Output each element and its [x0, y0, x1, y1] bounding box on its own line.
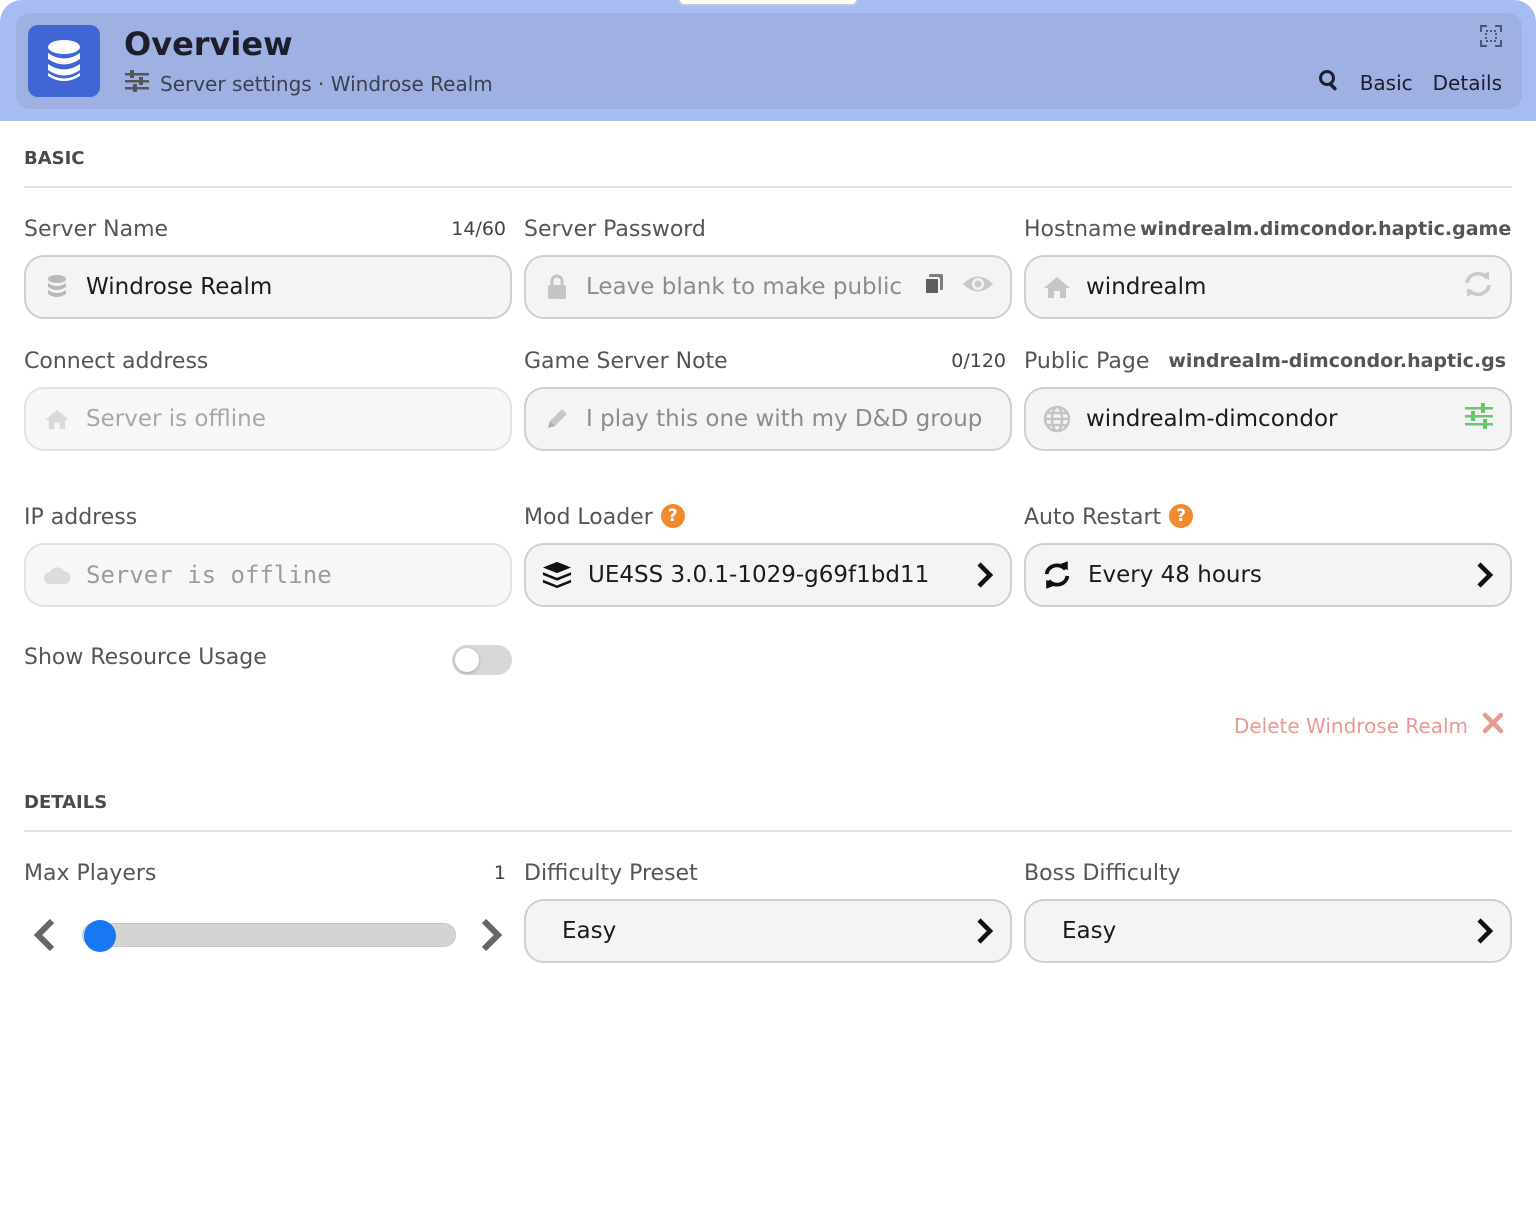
refresh-icon[interactable] — [1462, 270, 1494, 304]
database-icon — [28, 25, 100, 97]
difficulty-preset-value: Easy — [562, 918, 617, 944]
ip-address-placeholder: Server is offline — [86, 561, 332, 589]
help-icon[interactable]: ? — [660, 504, 685, 528]
house-icon — [1042, 275, 1072, 299]
copy-icon[interactable] — [922, 272, 946, 302]
header-bar: Overview Server settings · Windrose Real… — [16, 13, 1522, 109]
server-password-label: Server Password — [524, 217, 706, 242]
slider-increment-button[interactable] — [478, 917, 504, 957]
chevron-right-icon — [1476, 917, 1494, 945]
sliders-icon — [124, 69, 150, 98]
fullscreen-icon[interactable] — [1480, 25, 1502, 51]
house-icon — [42, 408, 72, 430]
hostname-field[interactable]: windrealm — [1024, 255, 1512, 319]
boss-difficulty-select[interactable]: Easy — [1024, 899, 1512, 963]
section-title-basic: BASIC — [24, 148, 85, 169]
connect-address-placeholder: Server is offline — [86, 406, 266, 432]
ip-address-field: Server is offline — [24, 543, 512, 607]
public-page-field[interactable]: windrealm-dimcondor — [1024, 387, 1512, 451]
mod-loader-select[interactable]: UE4SS 3.0.1-1029-g69f1bd11 — [524, 543, 1012, 607]
settings-window: Overview Server settings · Windrose Real… — [0, 0, 1536, 1212]
nav-basic-link[interactable]: Basic — [1360, 71, 1413, 95]
server-name-field[interactable]: Windrose Realm — [24, 255, 512, 319]
section-title-details: DETAILS — [24, 792, 108, 813]
server-name-label: Server Name — [24, 217, 169, 242]
delete-server-button[interactable]: Delete Windrose Realm — [1234, 712, 1504, 739]
connect-address-field: Server is offline — [24, 387, 512, 451]
nav-details-link[interactable]: Details — [1433, 71, 1502, 95]
globe-icon — [1042, 405, 1072, 433]
cloud-icon — [42, 565, 72, 585]
auto-restart-label-wrap: Auto Restart? — [1024, 504, 1194, 530]
show-resource-usage-toggle[interactable] — [452, 645, 512, 675]
eye-icon[interactable] — [962, 273, 994, 301]
max-players-label: Max Players — [24, 861, 157, 886]
game-server-note-placeholder: I play this one with my D&D group — [586, 406, 983, 432]
delete-server-label: Delete Windrose Realm — [1233, 713, 1468, 738]
connect-address-label: Connect address — [24, 349, 209, 374]
section-divider — [24, 186, 1512, 188]
header-nav: Basic Details — [1318, 69, 1502, 96]
public-page-label: Public Page — [1024, 349, 1150, 374]
auto-restart-label: Auto Restart — [1024, 505, 1162, 530]
public-page-value: windrealm-dimcondor — [1086, 406, 1338, 432]
server-name-counter: 14/60 — [451, 218, 506, 240]
ip-address-label: IP address — [24, 505, 138, 530]
lock-icon — [542, 274, 572, 300]
auto-restart-select[interactable]: Every 48 hours — [1024, 543, 1512, 607]
layers-icon — [542, 560, 572, 590]
section-divider — [24, 830, 1512, 832]
game-server-note-field[interactable]: I play this one with my D&D group — [524, 387, 1012, 451]
difficulty-preset-label: Difficulty Preset — [524, 861, 698, 886]
auto-restart-value: Every 48 hours — [1088, 562, 1262, 588]
server-password-field[interactable]: Leave blank to make public — [524, 255, 1012, 319]
toggle-knob — [455, 648, 479, 672]
settings-sliders-icon[interactable] — [1464, 402, 1494, 436]
help-icon[interactable]: ? — [1169, 504, 1194, 528]
mod-loader-label: Mod Loader — [524, 505, 653, 530]
boss-difficulty-value: Easy — [1062, 918, 1117, 944]
slider-decrement-button[interactable] — [32, 917, 58, 957]
database-icon — [42, 274, 72, 300]
pencil-icon — [542, 406, 572, 432]
max-players-slider[interactable] — [82, 923, 456, 947]
server-name-value: Windrose Realm — [86, 274, 273, 300]
public-page-domain: windrealm-dimcondor.haptic.gs — [1168, 350, 1506, 372]
mod-loader-label-wrap: Mod Loader? — [524, 504, 685, 530]
close-icon — [1482, 712, 1504, 739]
chevron-right-icon — [478, 918, 504, 957]
slider-handle[interactable] — [84, 920, 116, 952]
game-server-note-label: Game Server Note — [524, 349, 728, 374]
chevron-left-icon — [32, 918, 58, 957]
mod-loader-value: UE4SS 3.0.1-1029-g69f1bd11 — [588, 562, 930, 588]
difficulty-preset-select[interactable]: Easy — [524, 899, 1012, 963]
chevron-right-icon — [1476, 561, 1494, 589]
boss-difficulty-label: Boss Difficulty — [1024, 861, 1181, 886]
hostname-value: windrealm — [1086, 274, 1207, 300]
chevron-right-icon — [976, 561, 994, 589]
hostname-domain: windrealm.dimcondor.haptic.game — [1140, 218, 1512, 240]
refresh-icon — [1042, 560, 1072, 590]
chevron-right-icon — [976, 917, 994, 945]
server-password-placeholder: Leave blank to make public — [586, 274, 903, 300]
search-icon[interactable] — [1318, 69, 1340, 96]
game-server-note-counter: 0/120 — [951, 350, 1006, 372]
window-drag-handle[interactable] — [678, 0, 858, 6]
page-title: Overview — [124, 25, 293, 63]
breadcrumb-text: Server settings · Windrose Realm — [160, 71, 493, 96]
max-players-value: 1 — [493, 862, 506, 884]
show-resource-usage-label: Show Resource Usage — [24, 645, 267, 670]
breadcrumb: Server settings · Windrose Realm — [124, 69, 493, 98]
hostname-label: Hostname — [1024, 217, 1137, 242]
